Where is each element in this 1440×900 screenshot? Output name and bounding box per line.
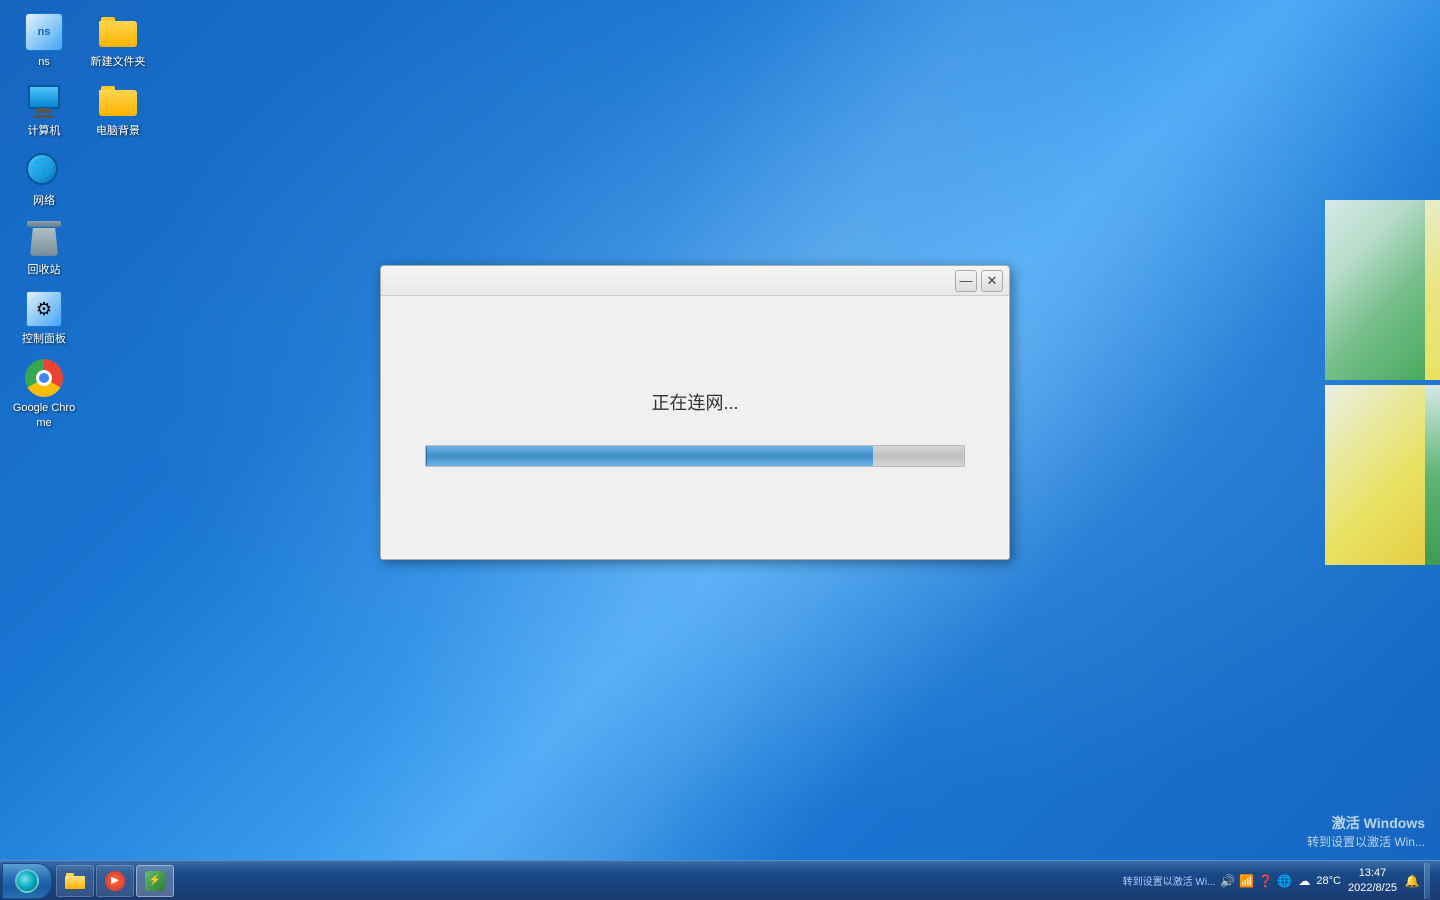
tray-network-icon[interactable]: 📶 (1238, 873, 1254, 889)
start-button[interactable] (2, 863, 52, 899)
taskbar-folder-icon (65, 871, 85, 891)
win-panel-yellow-thin (1425, 200, 1440, 380)
desktop-icon-new-folder[interactable]: 新建文件夹 (82, 8, 154, 73)
desktop-icon-grid: ns ns 新建文件夹 (8, 8, 154, 438)
show-desktop-button[interactable] (1424, 863, 1430, 899)
win-panel-green (1325, 200, 1425, 380)
ns-label: ns (38, 55, 50, 69)
minimize-icon: — (960, 273, 973, 288)
progress-bar-fill (426, 446, 873, 466)
tray-notice[interactable]: 转到设置以激活 Wi... (1123, 873, 1216, 888)
dialog-content: 正在连网... (381, 296, 1009, 559)
chrome-icon (25, 359, 63, 397)
desktop-icon-network[interactable]: 🌐 网络 (8, 147, 80, 212)
network-label: 网络 (33, 194, 55, 208)
activate-watermark: 激活 Windows 转到设置以激活 Win... (1307, 813, 1425, 850)
close-button[interactable]: ✕ (981, 270, 1003, 292)
taskbar: ▶ ⚡ 转到设置以激活 Wi... 🔊 📶 ❓ 🌐 ☁ 28°C 13:47 (0, 860, 1440, 900)
close-icon: ✕ (987, 273, 998, 289)
taskbar-items: ▶ ⚡ (52, 865, 1115, 897)
tray-clock: 13:47 (1359, 866, 1387, 880)
tray-notification-icon[interactable]: 🔔 (1404, 873, 1420, 889)
tray-time: 13:47 2022/8/25 (1345, 866, 1400, 895)
tray-help-icon[interactable]: ❓ (1257, 873, 1273, 889)
computer-icon (28, 85, 60, 118)
taskbar-item-file-explorer[interactable] (56, 865, 94, 897)
recycle-label: 回收站 (28, 263, 61, 277)
progress-bar-container (425, 445, 965, 467)
watermark-line1: 激活 Windows (1307, 813, 1425, 833)
dialog-titlebar: — ✕ (381, 266, 1009, 296)
win-panel-green-thin (1425, 385, 1440, 565)
control-panel-icon: ⚙ (26, 291, 62, 327)
desktop-icon-ns[interactable]: ns ns (8, 8, 80, 73)
computer-label: 计算机 (28, 124, 61, 138)
network-icon: 🌐 (26, 153, 62, 189)
minimize-button[interactable]: — (955, 270, 977, 292)
taskbar-media-icon: ▶ (105, 871, 125, 891)
new-folder-label: 新建文件夹 (91, 55, 146, 69)
chrome-label: Google Chrome (12, 401, 76, 430)
tray-temperature: 28°C (1316, 875, 1341, 887)
folder-icon (99, 17, 137, 47)
desktop: ns ns 新建文件夹 (0, 0, 1440, 900)
ns-icon: ns (25, 13, 63, 51)
watermark-line2: 转到设置以激活 Win... (1307, 833, 1425, 850)
status-text: 正在连网... (651, 389, 738, 415)
connection-dialog: — ✕ 正在连网... (380, 265, 1010, 560)
tray-lang-icon[interactable]: 🌐 (1276, 873, 1292, 889)
taskbar-item-media-player[interactable]: ▶ (96, 865, 134, 897)
desktop-icon-computer[interactable]: 计算机 (8, 77, 80, 142)
wallpaper-folder-icon (99, 86, 137, 116)
tray-volume-icon[interactable]: 🔊 (1219, 873, 1235, 889)
system-tray: 转到设置以激活 Wi... 🔊 📶 ❓ 🌐 ☁ 28°C 13:47 2022/… (1115, 863, 1438, 899)
windows-logo (1310, 200, 1440, 580)
recycle-icon (27, 221, 61, 259)
desktop-icon-control-panel[interactable]: ⚙ 控制面板 (8, 285, 80, 350)
desktop-icon-google-chrome[interactable]: Google Chrome (8, 354, 80, 434)
wallpaper-label: 电脑背景 (96, 124, 140, 138)
tray-date: 2022/8/25 (1348, 881, 1397, 895)
taskbar-setup-icon: ⚡ (145, 871, 165, 891)
desktop-icon-recycle[interactable]: 回收站 (8, 216, 80, 281)
tray-icons: 🔊 📶 ❓ 🌐 (1219, 873, 1292, 889)
tray-weather-icon[interactable]: ☁ (1296, 873, 1312, 889)
control-panel-label: 控制面板 (22, 332, 66, 346)
desktop-icon-wallpaper[interactable]: 电脑背景 (82, 77, 154, 142)
start-orb-icon (15, 869, 39, 893)
win-panel-yellow (1325, 385, 1425, 565)
taskbar-item-setup[interactable]: ⚡ (136, 865, 174, 897)
